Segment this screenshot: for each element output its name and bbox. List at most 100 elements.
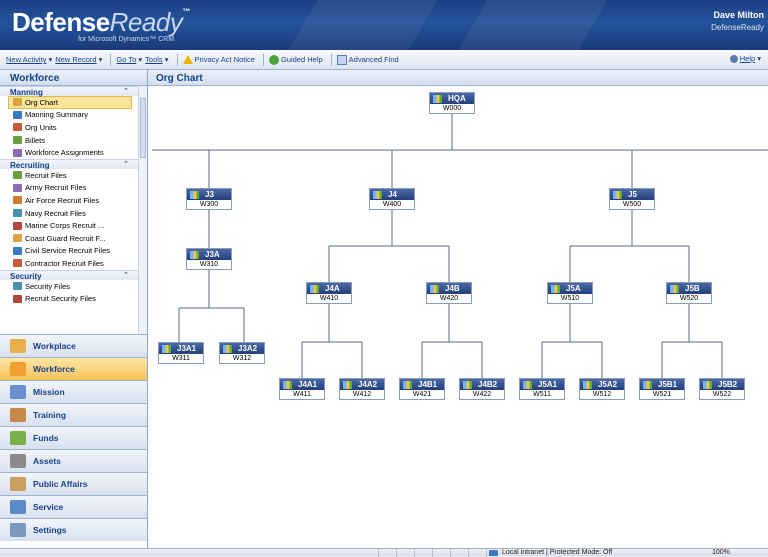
nav-item[interactable]: Recruit Files <box>0 169 139 182</box>
collapse-chevron-icon[interactable]: ⌃ <box>123 87 129 95</box>
section-label: Funds <box>33 433 59 443</box>
help-menu[interactable]: Help ▾ <box>729 54 761 63</box>
org-node-j5a[interactable]: J5A W510 <box>547 282 593 304</box>
org-node-j5b[interactable]: J5B W520 <box>666 282 712 304</box>
section-button-mission[interactable]: Mission <box>0 380 147 403</box>
nav-item-label: Billets <box>25 135 46 145</box>
nav-item[interactable]: Contractor Recruit Files <box>0 257 139 270</box>
org-node-header: J3A2 <box>220 343 264 354</box>
nav-item-icon <box>13 171 22 180</box>
org-node-code: W510 <box>560 295 580 302</box>
header-decoration <box>446 0 614 50</box>
go-to-menu[interactable]: Go To ▾ <box>116 55 142 64</box>
nav-item[interactable]: Manning Summary <box>0 109 139 122</box>
collapse-chevron-icon[interactable]: ⌃ <box>123 271 129 279</box>
org-unit-icon <box>310 284 319 293</box>
nav-item[interactable]: Org Chart <box>8 96 132 109</box>
org-node-j3a1[interactable]: J3A1 W311 <box>158 342 204 364</box>
org-unit-icon <box>343 380 352 389</box>
toolbar-separator <box>176 53 178 66</box>
org-node-j3[interactable]: J3 W300 <box>186 188 232 210</box>
nav-item-icon <box>13 98 22 107</box>
nav-group-recruiting[interactable]: Recruiting ⌃ <box>0 158 139 170</box>
nav-item[interactable]: Recruit Security Files <box>0 292 139 305</box>
org-unit-icon <box>583 380 592 389</box>
nav-item[interactable]: Security Files <box>0 280 139 293</box>
org-unit-icon <box>551 284 560 293</box>
nav-item[interactable]: Army Recruit Files <box>0 182 139 195</box>
org-node-j5a1[interactable]: J5A1 W511 <box>519 378 565 400</box>
section-button-training[interactable]: Training <box>0 403 147 426</box>
org-node-name: HQA <box>448 94 466 103</box>
guided-help-button[interactable]: Guided Help <box>268 54 323 65</box>
org-node-j4b1[interactable]: J4B1 W421 <box>399 378 445 400</box>
org-node-header: J3A1 <box>159 343 203 354</box>
org-unit-icon <box>162 344 171 353</box>
org-node-code: W311 <box>172 355 190 362</box>
org-unit-icon <box>643 380 652 389</box>
nav-item[interactable]: Air Force Recruit Files <box>0 194 139 207</box>
org-node-name: J5A1 <box>538 380 558 389</box>
nav-item[interactable]: Billets <box>0 134 139 147</box>
org-node-header: J5A <box>548 283 592 294</box>
nav-item[interactable]: Org Units <box>0 121 139 134</box>
nav-item[interactable]: Marine Corps Recruit ... <box>0 219 139 232</box>
section-button-settings[interactable]: Settings <box>0 518 147 541</box>
advanced-find-button[interactable]: Advanced Find <box>336 54 399 65</box>
privacy-act-button[interactable]: Privacy Act Notice <box>182 55 255 64</box>
nav-item-label: Contractor Recruit Files <box>25 258 104 268</box>
user-name[interactable]: Dave Milton <box>713 10 764 20</box>
org-node-j4b2[interactable]: J4B2 W422 <box>459 378 505 400</box>
nav-item-icon <box>13 294 22 303</box>
nav-item[interactable]: Navy Recruit Files <box>0 207 139 220</box>
org-node-code: W520 <box>679 295 699 302</box>
org-node-j5[interactable]: J5 W500 <box>609 188 655 210</box>
org-node-j4a[interactable]: J4A W410 <box>306 282 352 304</box>
section-button-public-affairs[interactable]: Public Affairs <box>0 472 147 495</box>
org-node-code: W000 <box>442 105 462 112</box>
collapse-chevron-icon[interactable]: ⌃ <box>123 160 129 168</box>
header-decoration <box>276 0 444 50</box>
org-node-j3a[interactable]: J3A W310 <box>186 248 232 270</box>
nav-item-label: Coast Guard Recruit F... <box>25 233 106 243</box>
navigation-pane: Workforce Manning ⌃ Org Chart Manning Summa… <box>0 70 148 548</box>
org-node-j4a1[interactable]: J4A1 W411 <box>279 378 325 400</box>
nav-group-security[interactable]: Security ⌃ <box>0 269 139 281</box>
org-node-j5a2[interactable]: J5A2 W512 <box>579 378 625 400</box>
org-node-code: W412 <box>352 391 372 398</box>
find-icon <box>336 54 347 65</box>
section-button-service[interactable]: Service <box>0 495 147 518</box>
nav-item[interactable]: Workforce Assignments <box>0 146 139 159</box>
section-button-workplace[interactable]: Workplace <box>0 334 147 357</box>
user-organization: DefenseReady <box>711 23 764 32</box>
org-node-j5b2[interactable]: J5B2 W522 <box>699 378 745 400</box>
org-node-code: W500 <box>622 201 642 208</box>
warning-icon <box>182 55 193 64</box>
org-node-hqa[interactable]: HQA W000 <box>429 92 475 114</box>
tools-menu[interactable]: Tools ▾ <box>145 55 168 64</box>
section-button-workforce[interactable]: Workforce <box>0 357 147 380</box>
nav-groups-list: Manning ⌃ Org Chart Manning Summary Org Unit… <box>0 86 139 334</box>
nav-group-manning[interactable]: Manning ⌃ <box>0 86 139 97</box>
org-unit-icon <box>463 380 472 389</box>
page-title: Org Chart <box>148 70 768 86</box>
nav-item[interactable]: Coast Guard Recruit F... <box>0 232 139 245</box>
org-node-header: J4 <box>370 189 414 200</box>
org-node-j4[interactable]: J4 W400 <box>369 188 415 210</box>
section-label: Assets <box>33 456 61 466</box>
nav-scrollbar[interactable] <box>138 86 147 334</box>
section-button-assets[interactable]: Assets <box>0 449 147 472</box>
org-node-j3a2[interactable]: J3A2 W312 <box>219 342 265 364</box>
org-node-j5b1[interactable]: J5B1 W521 <box>639 378 685 400</box>
org-node-header: J5B2 <box>700 379 744 390</box>
section-label: Mission <box>33 387 65 397</box>
scrollbar-thumb[interactable] <box>140 98 146 158</box>
new-activity-menu[interactable]: New Activity ▾ <box>6 55 52 64</box>
new-record-menu[interactable]: New Record ▾ <box>55 55 102 64</box>
nav-item[interactable]: Civil Service Recruit Files <box>0 245 139 258</box>
org-node-name: J4B2 <box>478 380 498 389</box>
section-button-funds[interactable]: Funds <box>0 426 147 449</box>
org-node-header: J4A2 <box>340 379 384 390</box>
org-node-j4a2[interactable]: J4A2 W412 <box>339 378 385 400</box>
org-node-j4b[interactable]: J4B W420 <box>426 282 472 304</box>
